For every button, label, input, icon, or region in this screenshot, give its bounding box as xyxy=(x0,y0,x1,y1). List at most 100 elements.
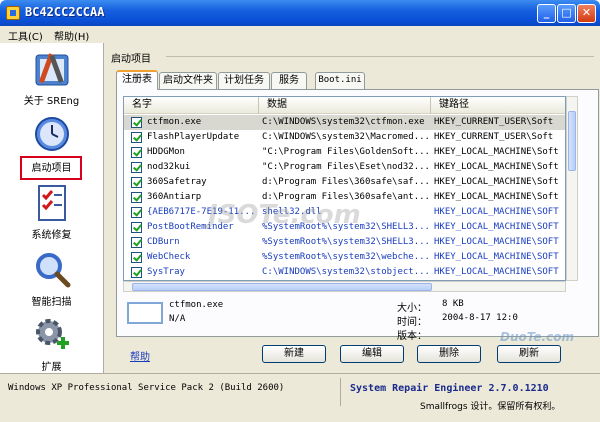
table-row[interactable]: HDDGMon "C:\Program Files\GoldenSoft... HK… xyxy=(124,145,565,160)
detail-name: ctfmon.exe xyxy=(169,300,224,310)
row-checkbox[interactable] xyxy=(131,117,142,128)
new-button[interactable]: 新建 xyxy=(262,345,326,363)
row-data-cell: C:\WINDOWS\system32\stobject... xyxy=(262,267,428,277)
table-row[interactable]: nod32kui "C:\Program Files\Eset\nod32... H… xyxy=(124,160,565,175)
clock-icon xyxy=(35,117,69,151)
sidebar: 关于 SREng 启动项目 系统修复 智能扫描 扩展 xyxy=(0,43,103,373)
row-data-cell: "C:\Program Files\GoldenSoft... xyxy=(262,147,428,157)
delete-button[interactable]: 删除 xyxy=(417,345,481,363)
menu-tools[interactable]: 工具(C) xyxy=(8,28,43,43)
version-label: 版本： xyxy=(397,331,427,342)
row-name-cell: WebCheck xyxy=(147,252,191,262)
magnifier-icon xyxy=(36,253,71,288)
tab-services[interactable]: 服务 xyxy=(271,72,307,89)
vertical-scroll-thumb[interactable] xyxy=(568,111,576,171)
row-name-cell: FlashPlayerUpdate xyxy=(147,132,240,142)
menu-bar: 工具(C) 帮助(H) xyxy=(0,26,600,43)
table-row[interactable]: SysTray C:\WINDOWS\system32\stobject... HK… xyxy=(124,265,565,280)
list-header: 名字 数据 键路径 xyxy=(124,97,565,114)
column-header-key-path[interactable]: 键路径 xyxy=(431,97,565,114)
size-value: 8 KB xyxy=(442,299,464,309)
row-checkbox[interactable] xyxy=(131,132,142,143)
row-checkbox[interactable] xyxy=(131,177,142,188)
minimize-button[interactable]: _ xyxy=(537,4,556,23)
size-label: 大小： xyxy=(397,303,427,314)
row-name-cell: HDDGMon xyxy=(147,147,185,157)
time-label: 时间： xyxy=(397,317,427,328)
row-key-cell: HKEY_LOCAL_MACHINE\Soft xyxy=(434,177,559,187)
edit-button[interactable]: 编辑 xyxy=(340,345,404,363)
watermark-corner: DuoTe.com xyxy=(500,330,574,344)
table-row[interactable]: CDBurn %SystemRoot%\system32\SHELL3... HKE… xyxy=(124,235,565,250)
startup-list[interactable]: 名字 数据 键路径 ctfmon.exe C:\WINDOWS\system32\… xyxy=(123,96,566,281)
table-row[interactable]: 360Safetray d:\Program Files\360safe\saf.… xyxy=(124,175,565,190)
status-divider xyxy=(340,378,341,406)
row-name-cell: ctfmon.exe xyxy=(147,117,202,127)
time-value: 2004-8-17 12:0 xyxy=(442,313,518,323)
row-key-cell: HKEY_LOCAL_MACHINE\Soft xyxy=(434,147,559,157)
status-bar: Windows XP Professional Service Pack 2 (… xyxy=(0,373,600,422)
row-key-cell: HKEY_LOCAL_MACHINE\SOFT xyxy=(434,267,559,277)
row-name-cell: nod32kui xyxy=(147,162,191,172)
sidebar-item-label: 关于 SREng xyxy=(23,96,80,107)
menu-help[interactable]: 帮助(H) xyxy=(54,28,89,43)
table-row[interactable]: ctfmon.exe C:\WINDOWS\system32\ctfmon.exe… xyxy=(124,115,565,130)
table-row[interactable]: WebCheck %SystemRoot%\system32\webche... H… xyxy=(124,250,565,265)
tab-scheduled-tasks[interactable]: 计划任务 xyxy=(218,72,270,89)
group-title: 启动项目 xyxy=(111,54,151,65)
file-icon xyxy=(127,302,163,324)
row-data-cell: %SystemRoot%\system32\SHELL3... xyxy=(262,237,428,247)
row-data-cell: C:\WINDOWS\system32\ctfmon.exe xyxy=(262,117,425,127)
app-icon xyxy=(6,6,20,20)
sidebar-item-label: 启动项目 xyxy=(31,163,72,174)
row-data-cell: %SystemRoot%\system32\webche... xyxy=(262,252,428,262)
row-data-cell: C:\WINDOWS\system32\Macromed... xyxy=(262,132,428,142)
row-checkbox[interactable] xyxy=(131,162,142,173)
tab-startup-folder[interactable]: 启动文件夹 xyxy=(159,72,217,89)
help-link[interactable]: 帮助 xyxy=(130,348,150,363)
close-button[interactable]: ✕ xyxy=(577,4,596,23)
row-name-cell: SysTray xyxy=(147,267,185,277)
sidebar-item-about[interactable]: 关于 SREng xyxy=(0,49,103,111)
sidebar-item-extension[interactable]: 扩展 xyxy=(0,315,103,377)
row-key-cell: HKEY_CURRENT_USER\Soft xyxy=(434,132,554,142)
row-key-cell: HKEY_LOCAL_MACHINE\SOFT xyxy=(434,237,559,247)
horizontal-scroll-thumb[interactable] xyxy=(132,283,432,291)
vertical-scrollbar[interactable] xyxy=(566,96,578,281)
os-version-text: Windows XP Professional Service Pack 2 (… xyxy=(8,383,285,393)
row-key-cell: HKEY_LOCAL_MACHINE\Soft xyxy=(434,192,559,202)
sidebar-item-label: 智能扫描 xyxy=(31,297,72,308)
horizontal-scrollbar[interactable] xyxy=(123,281,566,292)
row-name-cell: CDBurn xyxy=(147,237,180,247)
row-key-cell: HKEY_LOCAL_MACHINE\SOFT xyxy=(434,222,559,232)
row-checkbox[interactable] xyxy=(131,267,142,278)
row-checkbox[interactable] xyxy=(131,207,142,218)
row-checkbox[interactable] xyxy=(131,252,142,263)
row-data-cell: d:\Program Files\360safe\saf... xyxy=(262,177,428,187)
column-header-data[interactable]: 数据 xyxy=(259,97,431,114)
maximize-button[interactable]: □ xyxy=(557,4,576,23)
row-data-cell: "C:\Program Files\Eset\nod32... xyxy=(262,162,428,172)
row-checkbox[interactable] xyxy=(131,237,142,248)
row-checkbox[interactable] xyxy=(131,222,142,233)
table-row[interactable]: FlashPlayerUpdate C:\WINDOWS\system32\Mac… xyxy=(124,130,565,145)
row-checkbox[interactable] xyxy=(131,147,142,158)
product-version-text: System Repair Engineer 2.7.0.1210 xyxy=(350,383,549,394)
sidebar-item-startup[interactable]: 启动项目 xyxy=(0,116,103,180)
sidebar-item-repair[interactable]: 系统修复 xyxy=(0,183,103,245)
tab-boot-ini[interactable]: Boot.ini xyxy=(315,72,365,89)
sidebar-item-label: 扩展 xyxy=(41,362,62,373)
group-divider xyxy=(166,56,594,57)
tools-icon xyxy=(35,53,69,86)
title-bar[interactable]: BC42CC2CCAA _ □ ✕ xyxy=(0,0,600,26)
copyright-text: Smallfrogs 设计。保留所有权利。 xyxy=(420,402,561,412)
column-header-name[interactable]: 名字 xyxy=(124,97,259,114)
row-key-cell: HKEY_CURRENT_USER\Soft xyxy=(434,117,554,127)
tab-registry[interactable]: 注册表 xyxy=(116,70,158,90)
row-key-cell: HKEY_LOCAL_MACHINE\SOFT xyxy=(434,252,559,262)
row-checkbox[interactable] xyxy=(131,192,142,203)
detail-data: N/A xyxy=(169,314,186,324)
sidebar-item-scan[interactable]: 智能扫描 xyxy=(0,250,103,312)
refresh-button[interactable]: 刷新 xyxy=(497,345,561,363)
sidebar-item-label: 系统修复 xyxy=(31,230,72,241)
